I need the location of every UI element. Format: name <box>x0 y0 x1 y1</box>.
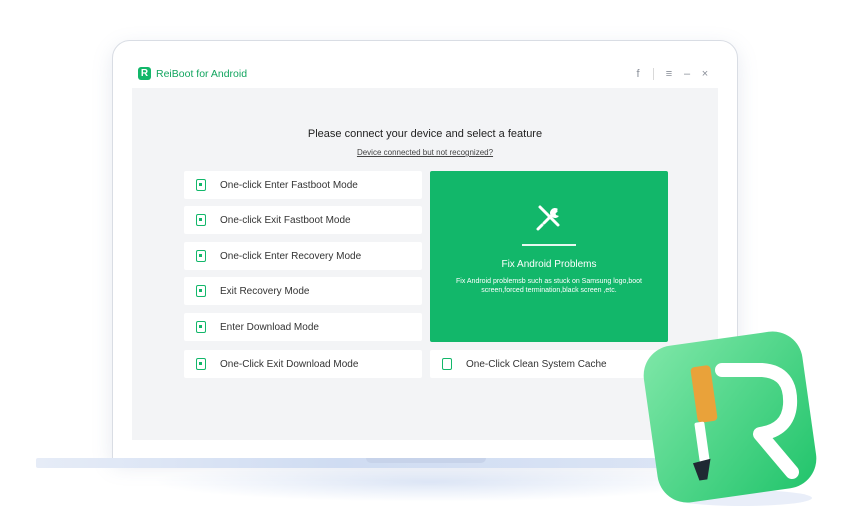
laptop-notch <box>366 458 486 463</box>
recovery-enter-icon <box>196 250 206 262</box>
titlebar: R ReiBoot for Android f ≡ – × <box>132 60 718 88</box>
download-enter-icon <box>196 321 206 333</box>
feature-title: Fix Android Problems <box>501 259 597 270</box>
device-not-recognized-link[interactable]: Device connected but not recognized? <box>132 148 718 157</box>
card-divider <box>522 244 576 246</box>
enter-recovery-button[interactable]: One-click Enter Recovery Mode <box>184 242 422 270</box>
titlebar-controls: f ≡ – × <box>629 66 714 82</box>
minimize-icon[interactable]: – <box>678 66 696 82</box>
page-title: Please connect your device and select a … <box>307 128 543 140</box>
exit-recovery-button[interactable]: Exit Recovery Mode <box>184 277 422 305</box>
enter-fastboot-button[interactable]: One-click Enter Fastboot Mode <box>184 171 422 199</box>
fastboot-exit-icon <box>196 214 206 226</box>
option-label: One-Click Exit Download Mode <box>220 358 359 370</box>
feature-description: Fix Android problemsb such as stuck on S… <box>456 278 642 294</box>
option-label: One-Click Clean System Cache <box>466 358 607 370</box>
enter-download-button[interactable]: Enter Download Mode <box>184 313 422 341</box>
exit-download-button[interactable]: One-Click Exit Download Mode <box>184 350 422 378</box>
option-label: One-click Enter Fastboot Mode <box>220 179 358 191</box>
app-logo-icon: R <box>138 67 151 80</box>
titlebar-divider <box>653 68 654 80</box>
stage: R ReiBoot for Android f ≡ – × Please con… <box>0 0 858 528</box>
app-window: R ReiBoot for Android f ≡ – × Please con… <box>132 60 718 440</box>
close-icon[interactable]: × <box>696 66 714 82</box>
option-label: Exit Recovery Mode <box>220 285 310 297</box>
reiboot-logo-badge <box>643 331 817 506</box>
menu-icon[interactable]: ≡ <box>660 66 678 82</box>
fastboot-enter-icon <box>196 179 206 191</box>
tools-icon <box>536 205 560 231</box>
option-label: One-click Enter Recovery Mode <box>220 250 362 262</box>
fix-android-problems-card[interactable]: Fix Android Problems Fix Android problem… <box>430 171 668 342</box>
app-title: ReiBoot for Android <box>156 68 248 80</box>
facebook-icon[interactable]: f <box>629 66 647 82</box>
recovery-exit-icon <box>196 285 206 297</box>
option-label: One-click Exit Fastboot Mode <box>220 214 351 226</box>
download-exit-icon <box>196 358 206 370</box>
main-content: Please connect your device and select a … <box>132 88 718 440</box>
cache-icon <box>442 358 452 370</box>
exit-fastboot-button[interactable]: One-click Exit Fastboot Mode <box>184 206 422 234</box>
laptop-shadow <box>150 462 710 502</box>
option-label: Enter Download Mode <box>220 321 319 333</box>
